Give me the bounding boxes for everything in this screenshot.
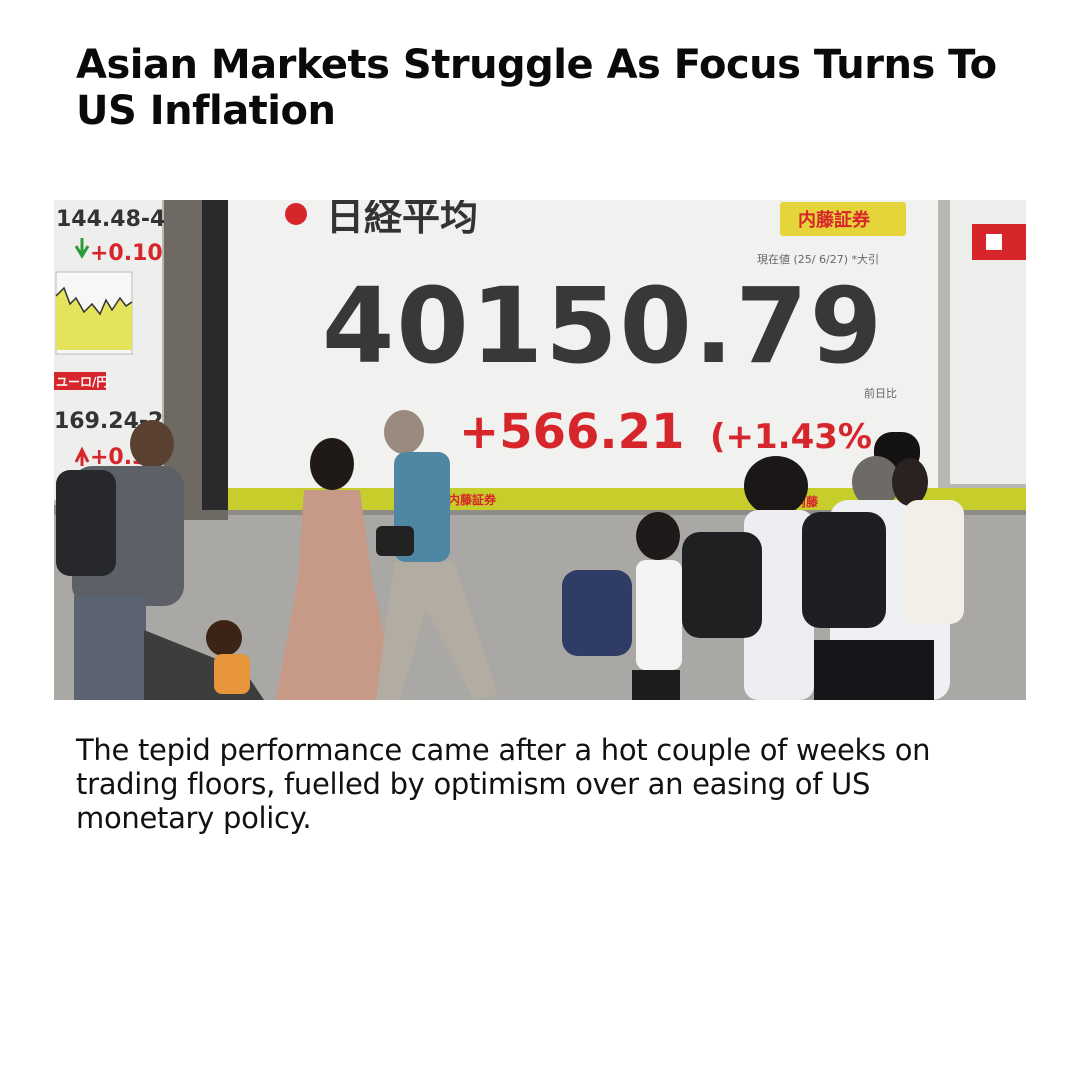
article-headline: Asian Markets Struggle As Focus Turns To… — [76, 42, 997, 134]
index-change: +566.21 — [459, 404, 684, 460]
article-photo: 144.48-49 +0.10 ユーロ/円 169.24-28 +0.3 日経平… — [54, 200, 1026, 700]
index-value: 40150.79 — [322, 265, 884, 387]
footer-broker-logo: 内藤証券 — [448, 492, 497, 507]
left-board-label: ユーロ/円 — [56, 375, 108, 389]
left-board-top-value: 144.48-49 — [56, 207, 181, 232]
article-caption: The tepid performance came after a hot c… — [76, 733, 931, 835]
index-name: 日経平均 — [326, 200, 478, 239]
stock-board-scene: 144.48-49 +0.10 ユーロ/円 169.24-28 +0.3 日経平… — [54, 200, 1026, 700]
left-board-change-1: +0.10 — [90, 241, 163, 266]
index-change-pct: (+1.43% — [710, 417, 872, 457]
broker-logo: 内藤証券 — [798, 209, 871, 231]
japan-flag-icon — [285, 203, 307, 225]
prev-day-label: 前日比 — [864, 386, 897, 400]
board-timestamp: 現在値 (25/ 6/27) *大引 — [757, 252, 879, 266]
